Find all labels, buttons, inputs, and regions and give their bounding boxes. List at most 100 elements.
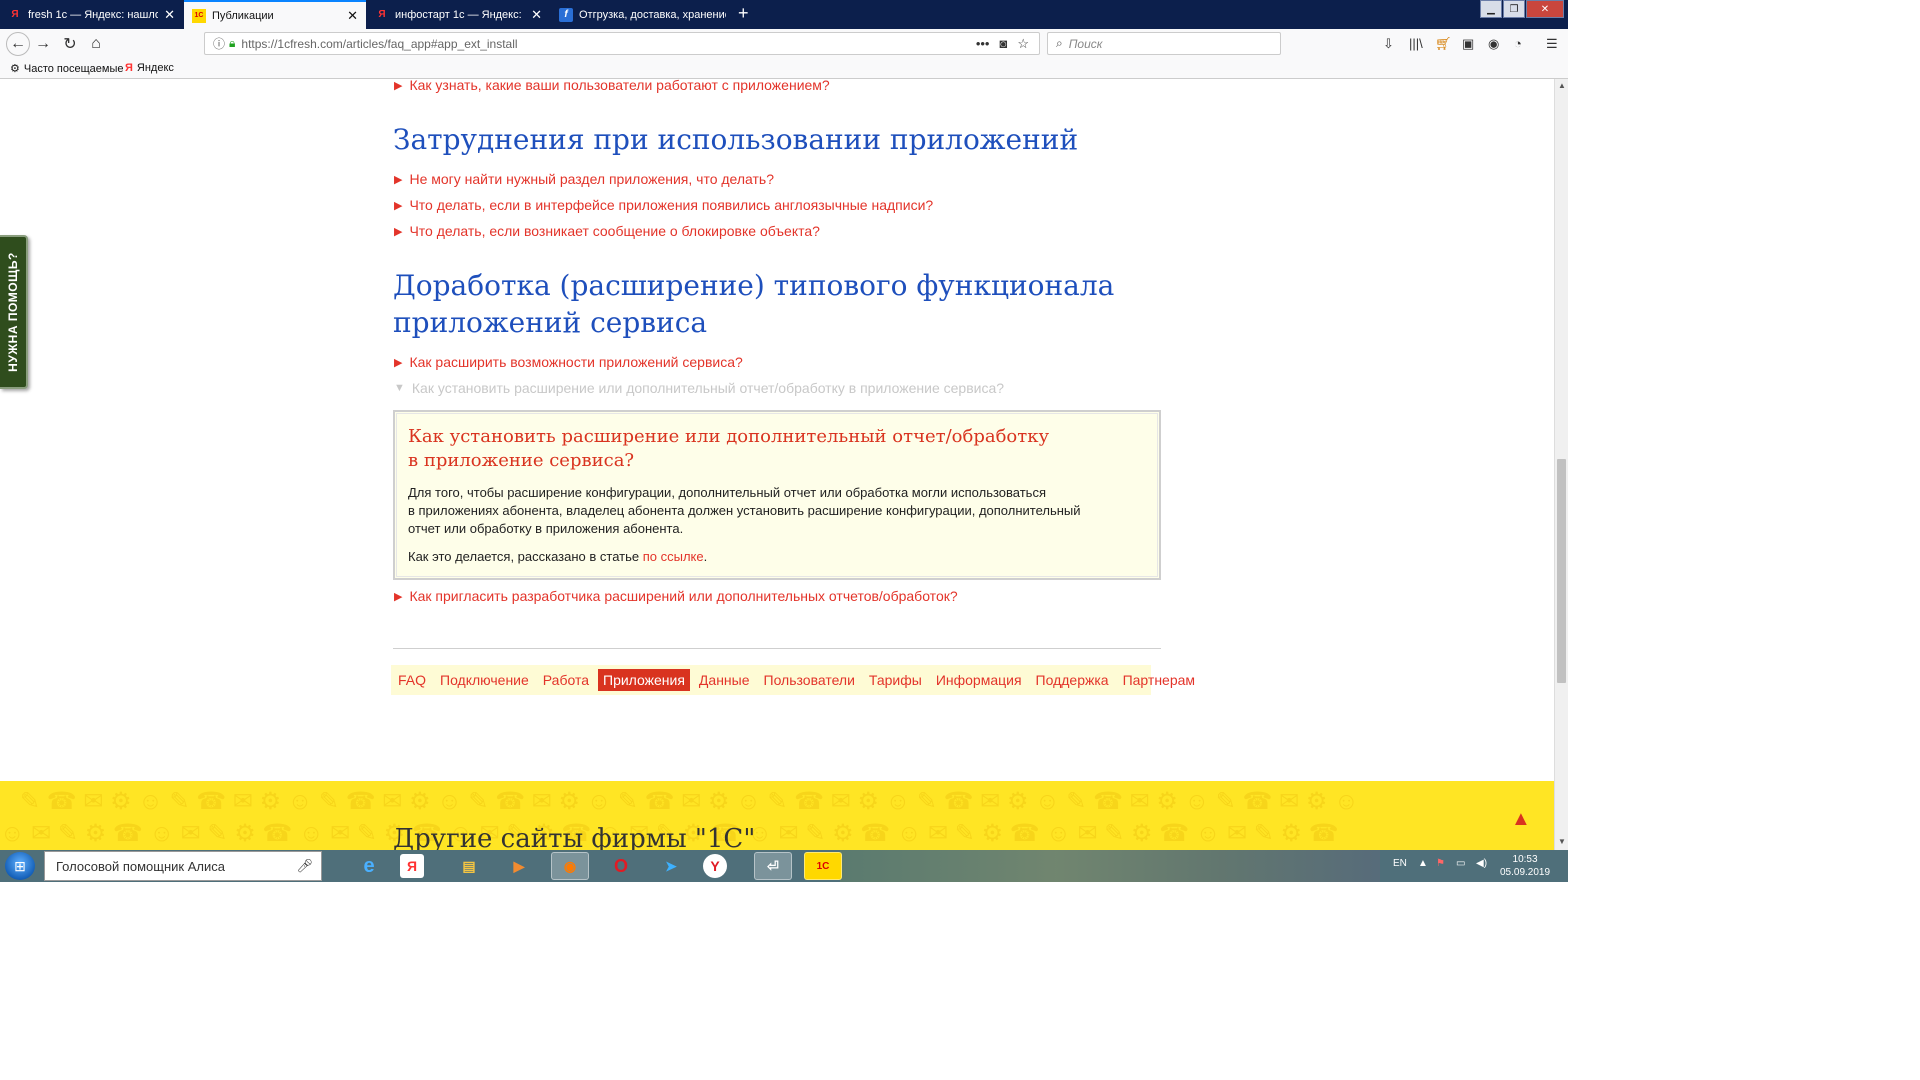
faq-link-label: Что делать, если возникает сообщение о б… — [409, 223, 820, 239]
firefox-icon[interactable]: ◉ — [551, 852, 589, 880]
volume-icon[interactable]: ◀) — [1476, 858, 1487, 869]
yandex-icon[interactable]: Y — [703, 854, 727, 878]
faq-link-install-extension[interactable]: ▼ Как установить расширение или дополнит… — [394, 380, 1004, 396]
yandex-browser-icon[interactable]: Я — [400, 854, 424, 878]
footer-title: Другие сайты фирмы "1С" — [393, 824, 756, 850]
reload-icon[interactable]: ↻ — [60, 34, 80, 54]
media-player-icon[interactable]: ▶ — [500, 852, 538, 880]
tab-yandex-search-1[interactable]: Я fresh 1c — Яндекс: нашлось 3 ✕ — [0, 0, 183, 29]
nav-item-work[interactable]: Работа — [538, 669, 594, 691]
triangle-right-icon: ▶ — [394, 590, 403, 603]
tray-expand-icon[interactable]: ▲ — [1418, 858, 1428, 869]
tab-yandex-search-2[interactable]: Я инфостарт 1с — Яндекс: наш ✕ — [367, 0, 550, 29]
forward-icon[interactable]: → — [33, 34, 53, 54]
divider — [393, 648, 1161, 649]
windows-start-icon[interactable]: ⊞ — [5, 852, 35, 880]
article-link[interactable]: по ссылке — [643, 549, 704, 564]
page-actions-icon[interactable]: ••• — [976, 36, 990, 51]
section-title-line: Доработка (расширение) типового функцион… — [393, 269, 1115, 302]
pattern-icon: ✎ ☎ ✉ ⚙ ☺ ✎ ☎ ✉ ⚙ ☺ ✎ ☎ ✉ ⚙ ☺ ✎ ☎ ✉ ⚙ ☺ … — [20, 788, 1359, 815]
faq-link-users-app[interactable]: ▶ Как узнать, какие ваши пользователи ра… — [394, 79, 830, 93]
nav-item-support[interactable]: Поддержка — [1031, 669, 1114, 691]
cart-icon[interactable]: 🛒︎ — [1435, 36, 1452, 52]
window-close-button[interactable]: ✕ — [1526, 0, 1564, 18]
nav-item-faq[interactable]: FAQ — [393, 669, 431, 691]
faq-link-section-not-found[interactable]: ▶ Не могу найти нужный раздел приложения… — [394, 171, 774, 187]
scroll-up-icon[interactable]: ▲ — [1558, 81, 1566, 90]
microphone-icon[interactable]: 🎤︎ — [296, 858, 313, 874]
account-icon[interactable]: ◔ — [1514, 36, 1522, 51]
language-indicator[interactable]: EN — [1393, 858, 1407, 869]
footer-band: ✎ ☎ ✉ ⚙ ☺ ✎ ☎ ✉ ⚙ ☺ ✎ ☎ ✉ ⚙ ☺ ✎ ☎ ✉ ⚙ ☺ … — [0, 781, 1554, 850]
search-input[interactable]: ⌕ Поиск — [1047, 32, 1281, 55]
close-icon[interactable]: ✕ — [531, 7, 542, 23]
1c-enterprise-icon[interactable]: 1С — [804, 852, 842, 880]
nav-item-partners[interactable]: Партнерам — [1118, 669, 1200, 691]
tab-publications[interactable]: 1С Публикации ✕ — [184, 0, 366, 29]
taskbar: ⊞ Голосовой помощник Алиса 🎤︎ e Я ▤ ▶ ◉ … — [0, 850, 1568, 882]
url-text[interactable]: https://1cfresh.com/articles/faq_app#app… — [241, 37, 975, 51]
scrollbar-thumb[interactable] — [1557, 459, 1566, 683]
address-bar[interactable]: ⓘ 🔒︎ https://1cfresh.com/articles/faq_ap… — [204, 32, 1040, 55]
faq-link-extend-apps[interactable]: ▶ Как расширить возможности приложений с… — [394, 354, 743, 370]
file-explorer-icon[interactable]: ▤ — [450, 852, 488, 880]
faq-link-invite-developer[interactable]: ▶ Как пригласить разработчика расширений… — [394, 588, 958, 604]
faq-answer-panel: Как установить расширение или дополнител… — [393, 410, 1161, 580]
home-icon[interactable]: ⌂ — [86, 34, 106, 54]
bookmark-star-icon[interactable]: ☆ — [1017, 36, 1029, 52]
help-tab[interactable]: НУЖНА ПОМОЩЬ? — [0, 235, 28, 389]
triangle-right-icon: ▶ — [394, 79, 403, 92]
extension-icon[interactable]: ◉ — [1488, 36, 1499, 52]
faq-link-label: Как пригласить разработчика расширений и… — [409, 588, 958, 604]
downloads-icon[interactable]: ⇩ — [1383, 36, 1394, 52]
vertical-scrollbar[interactable]: ▲ ▼ — [1554, 79, 1568, 850]
nav-item-tariffs[interactable]: Тарифы — [864, 669, 927, 691]
bookmark-yandex[interactable]: Я Яндекс — [125, 62, 174, 74]
nav-item-applications[interactable]: Приложения — [598, 669, 690, 691]
triangle-right-icon: ▶ — [394, 356, 403, 369]
maximize-button[interactable]: ❐ — [1503, 0, 1525, 18]
close-icon[interactable]: ✕ — [347, 8, 358, 24]
sidebar-icon[interactable]: ▣ — [1462, 36, 1474, 52]
nav-item-users[interactable]: Пользователи — [759, 669, 860, 691]
minimize-button[interactable]: ▁ — [1480, 0, 1502, 18]
answer-reference-end: . — [703, 549, 708, 564]
search-placeholder: Поиск — [1068, 36, 1103, 51]
faq-link-object-lock[interactable]: ▶ Что делать, если возникает сообщение о… — [394, 223, 820, 239]
network-icon[interactable]: ▭ — [1456, 858, 1465, 869]
telegram-icon[interactable]: ➤ — [652, 852, 690, 880]
tab-title: инфостарт 1с — Яндекс: наш — [395, 8, 525, 21]
faq-link-english-labels[interactable]: ▶ Что делать, если в интерфейсе приложен… — [394, 197, 933, 213]
close-icon[interactable]: ✕ — [164, 7, 175, 23]
1c-icon: 1С — [192, 8, 206, 23]
assistant-search-box[interactable]: Голосовой помощник Алиса 🎤︎ — [44, 851, 322, 881]
info-icon[interactable]: ⓘ — [213, 35, 225, 52]
assistant-label: Голосовой помощник Алиса — [56, 858, 225, 874]
yandex-icon: Я — [378, 9, 386, 20]
faq-link-label: Что делать, если в интерфейсе приложения… — [409, 197, 934, 213]
plus-icon[interactable]: + — [738, 3, 749, 24]
scroll-to-top-icon[interactable]: ▲ — [1511, 808, 1531, 831]
tab-shipping[interactable]: f Отгрузка, доставка, хранение — [551, 0, 734, 29]
answer-title: Как установить расширение или дополнител… — [408, 425, 1108, 473]
bookmark-most-visited[interactable]: ⚙ Часто посещаемые — [10, 62, 123, 76]
action-center-icon[interactable]: ⚑ — [1436, 858, 1445, 869]
library-icon[interactable]: |||\ — [1409, 36, 1423, 51]
pocket-icon[interactable]: ◙ — [999, 36, 1007, 51]
infostart-icon: f — [559, 7, 573, 22]
scroll-down-icon[interactable]: ▼ — [1558, 837, 1566, 846]
bookmarks-toolbar: ⚙ Часто посещаемые Я Яндекс — [0, 59, 1568, 79]
nav-item-information[interactable]: Информация — [931, 669, 1027, 691]
back-icon[interactable]: ← — [6, 32, 30, 56]
internet-explorer-icon[interactable]: e — [350, 852, 388, 880]
clock[interactable]: 10:53 05.09.2019 — [1500, 853, 1550, 879]
tab-title: Отгрузка, доставка, хранение — [579, 8, 726, 21]
nav-item-connection[interactable]: Подключение — [435, 669, 534, 691]
nav-item-data[interactable]: Данные — [694, 669, 755, 691]
menu-icon[interactable]: ☰ — [1546, 36, 1558, 52]
opera-icon[interactable]: O — [602, 852, 640, 880]
faq-link-label: Как узнать, какие ваши пользователи рабо… — [409, 79, 830, 93]
page-content: ▶ Как узнать, какие ваши пользователи ра… — [0, 79, 1554, 850]
remote-desktop-icon[interactable]: ⏎ — [754, 852, 792, 880]
faq-link-label: Как расширить возможности приложений сер… — [409, 354, 743, 370]
